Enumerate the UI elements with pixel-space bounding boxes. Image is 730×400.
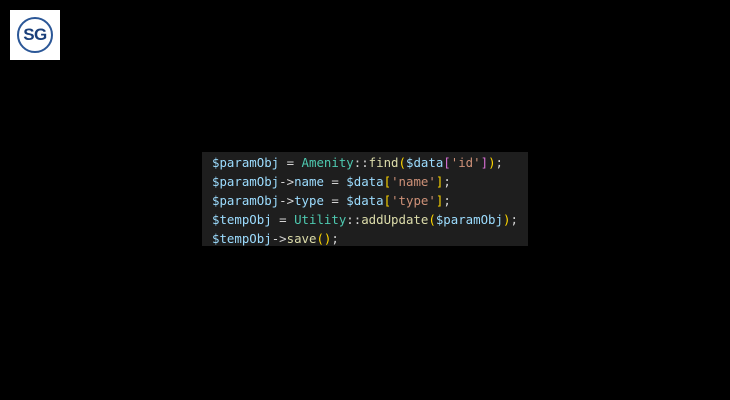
code-token: $data — [346, 193, 384, 208]
code-token: $paramObj — [212, 193, 280, 208]
code-token: :: — [346, 212, 362, 227]
code-token: [ — [383, 174, 392, 189]
code-token: -> — [279, 174, 295, 189]
code-token: find — [368, 155, 399, 170]
code-line-3: $paramObj->type = $data['type']; — [212, 191, 528, 210]
code-line-5: $tempObj->save(); — [212, 229, 528, 248]
code-token: [ — [443, 155, 451, 170]
code-token: $paramObj — [435, 212, 503, 227]
code-token: :: — [353, 155, 369, 170]
code-token: ( — [398, 155, 406, 170]
code-token: $data — [346, 174, 384, 189]
code-token: name — [294, 174, 324, 189]
code-token: = — [279, 155, 302, 170]
code-token: 'type' — [391, 193, 436, 208]
code-token: ) — [488, 155, 496, 170]
code-token: $tempObj — [212, 212, 272, 227]
code-token: $paramObj — [212, 174, 280, 189]
code-token: ( — [428, 212, 436, 227]
code-token: ; — [443, 174, 451, 189]
code-snippet: $paramObj = Amenity::find($data['id']); … — [202, 152, 528, 246]
code-token: $tempObj — [212, 231, 272, 246]
code-token: ; — [495, 155, 504, 170]
code-token: ; — [510, 212, 518, 227]
code-token: Utility — [294, 212, 347, 227]
code-token: $paramObj — [212, 155, 280, 170]
code-token: ; — [443, 193, 451, 208]
code-line-4: $tempObj = Utility::addUpdate($paramObj)… — [212, 210, 528, 229]
code-token: 'name' — [391, 174, 436, 189]
code-token: = — [271, 212, 295, 227]
code-token: [ — [383, 193, 392, 208]
code-token: 'id' — [450, 155, 481, 170]
code-token: = — [323, 193, 347, 208]
sg-logo: SG — [10, 10, 60, 60]
code-token: -> — [279, 193, 295, 208]
code-token: () — [316, 231, 332, 246]
code-token: -> — [271, 231, 287, 246]
code-line-2: $paramObj->name = $data['name']; — [212, 172, 528, 191]
code-token: $data — [405, 155, 444, 170]
code-token: = — [323, 174, 347, 189]
code-token: Amenity — [301, 155, 354, 170]
code-token: save — [286, 231, 317, 246]
code-token: type — [294, 193, 324, 208]
code-line-1: $paramObj = Amenity::find($data['id']); — [212, 153, 528, 172]
code-token: ; — [331, 231, 339, 246]
logo-text: SG — [23, 25, 47, 44]
code-token: ] — [480, 155, 489, 170]
code-token: addUpdate — [361, 212, 429, 227]
